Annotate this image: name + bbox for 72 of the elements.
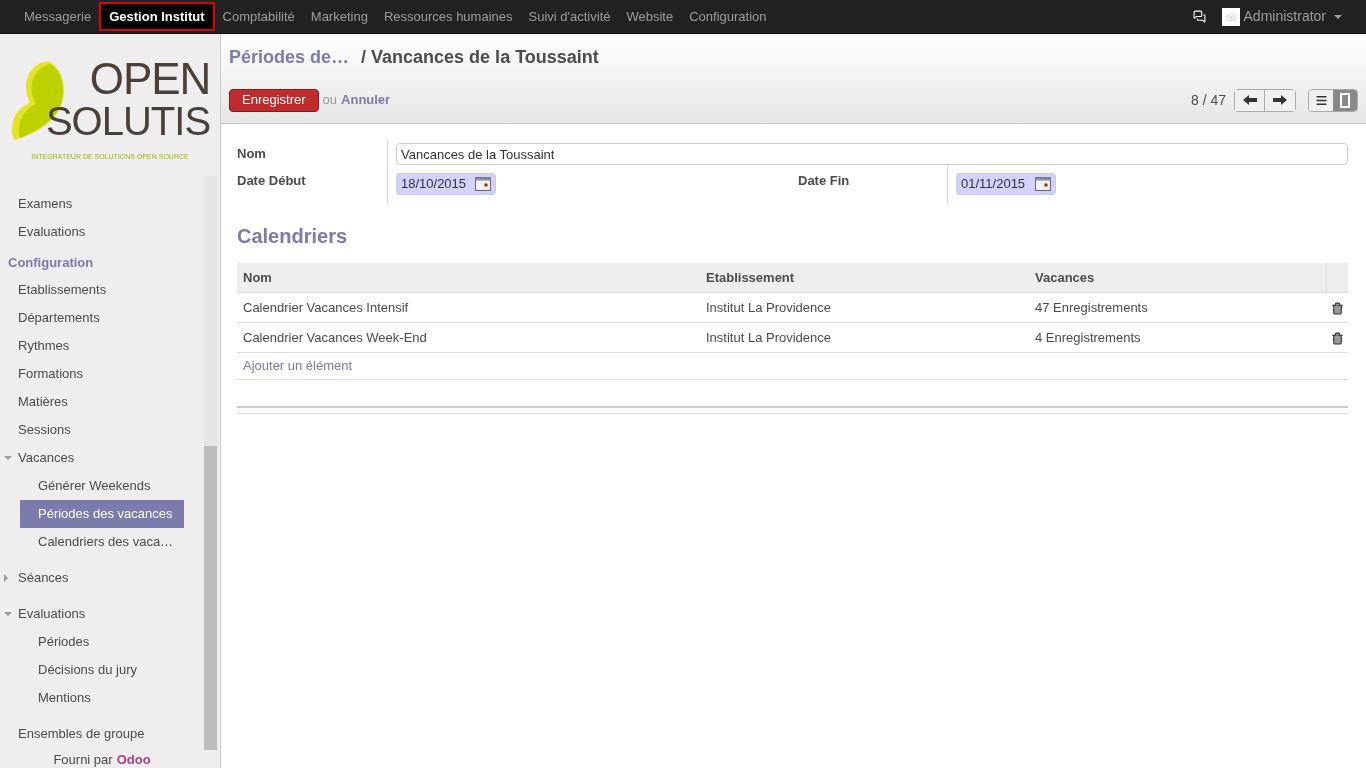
sidebar-item[interactable]: Ensembles de groupe [0, 720, 202, 748]
sidebar-item[interactable]: Rythmes [0, 332, 202, 360]
odoo-link[interactable]: Odoo [116, 750, 151, 768]
calendar-icon[interactable] [475, 177, 491, 191]
sidebar-item[interactable]: Examens [0, 190, 202, 218]
top-menu-item[interactable]: Messagerie [16, 2, 100, 31]
sidebar-item[interactable]: Mentions [0, 684, 202, 712]
next-button[interactable] [1265, 89, 1295, 111]
list-view-icon [1314, 93, 1328, 107]
top-menu-item[interactable]: Gestion Institut [99, 2, 215, 31]
sidebar-item[interactable]: Décisions du jury [0, 656, 202, 684]
top-menu-item[interactable]: Website [618, 2, 682, 31]
sidebar-item[interactable]: Périodes [0, 628, 202, 656]
sidebar-item[interactable]: Formations [0, 360, 202, 388]
section-title: Calendriers [237, 223, 349, 249]
column-header[interactable]: Etablissement [700, 262, 1029, 293]
table-cell: 4 Enregistrements [1029, 322, 1326, 353]
sidebar-item[interactable]: Vacances [0, 444, 202, 472]
date-field[interactable]: 18/10/2015 [396, 173, 496, 195]
table-cell: 47 Enregistrements [1029, 292, 1326, 323]
logo-text: OPEN [89, 57, 211, 101]
sidebar-item[interactable]: Etablissements [0, 276, 202, 304]
table-cell: Calendrier Vacances Intensif [237, 292, 700, 323]
name-field[interactable]: Vancances de la Toussaint [396, 143, 1348, 165]
arrow-right-icon [1273, 95, 1287, 105]
avatar-icon[interactable] [1221, 7, 1240, 26]
date-field[interactable]: 01/11/2015 [956, 173, 1056, 195]
caret-down-icon [4, 612, 12, 616]
view-switch-button[interactable] [1309, 89, 1333, 111]
top-menu-item[interactable]: Configuration [681, 2, 775, 31]
top-menu-item[interactable]: Ressources humaines [375, 2, 521, 31]
previous-button[interactable] [1235, 89, 1265, 111]
delete-icon[interactable] [1330, 331, 1344, 345]
column-header[interactable]: Vacances [1029, 262, 1326, 293]
add-item-link[interactable]: Ajouter un élément [243, 358, 353, 374]
view-switch-button[interactable] [1333, 89, 1357, 111]
logo-text: SOLUTIS [45, 101, 211, 141]
field-label: Nom [237, 145, 267, 163]
calendar-icon[interactable] [1035, 177, 1051, 191]
sidebar-item[interactable]: Périodes des vacances [20, 500, 184, 528]
caret-down-icon [4, 456, 12, 460]
sidebar-item[interactable]: Départements [0, 304, 202, 332]
caret-right-icon [4, 574, 8, 582]
sidebar-item[interactable]: Evaluations [0, 218, 202, 246]
sidebar-item[interactable]: Sessions [0, 416, 202, 444]
breadcrumb-link[interactable]: Périodes de… [229, 43, 350, 71]
record-title: / Vancances de la Toussaint [361, 45, 599, 69]
pager-text: 8 / 47 [1190, 90, 1226, 110]
sidebar-item[interactable]: Matières [0, 388, 202, 416]
or-text: ou [322, 91, 338, 110]
top-menu-item[interactable]: Suivi d'activité [520, 2, 619, 31]
footer-text: Fourni par [53, 751, 113, 768]
user-menu[interactable]: Administrator [1243, 6, 1342, 27]
arrow-left-icon [1242, 95, 1257, 105]
scrollbar[interactable] [204, 176, 217, 750]
sidebar-item[interactable]: Evaluations [0, 600, 202, 628]
field-label: Date Début [237, 172, 307, 190]
field-label: Date Fin [797, 172, 851, 190]
form-view-icon [1340, 92, 1350, 108]
sidebar-heading: Configuration [7, 253, 95, 272]
top-menu-item[interactable]: Comptabilité [214, 2, 303, 31]
save-button[interactable]: Enregistrer [229, 88, 319, 112]
table-cell: Calendrier Vacances Week-End [237, 322, 700, 353]
sidebar-item[interactable]: Calendriers des vaca… [0, 528, 202, 556]
table-cell: Institut La Providence [700, 322, 1029, 353]
column-header[interactable]: Nom [237, 262, 700, 293]
delete-icon[interactable] [1330, 301, 1344, 315]
sidebar-item[interactable]: Générer Weekends [0, 472, 202, 500]
top-menu-item[interactable]: Marketing [302, 2, 376, 31]
sidebar-item[interactable]: Séances [0, 564, 202, 592]
table-cell: Institut La Providence [700, 292, 1029, 323]
chat-icon[interactable] [1192, 10, 1206, 23]
